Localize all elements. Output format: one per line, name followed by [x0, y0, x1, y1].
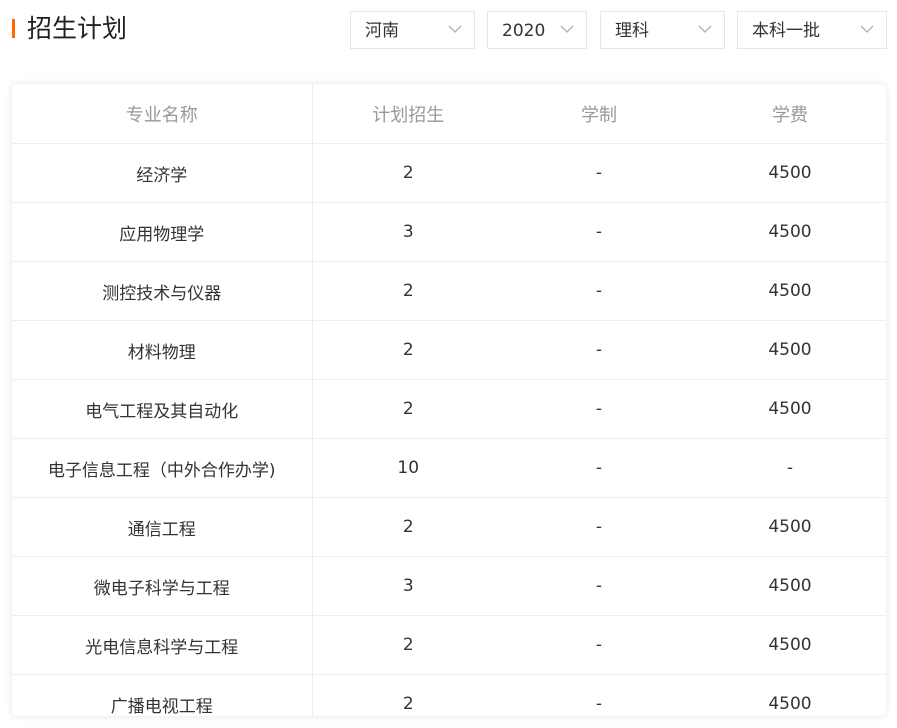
major-name-cell: 广播电视工程 [12, 674, 313, 716]
major-name-cell: 微电子科学与工程 [12, 556, 313, 616]
enrollment-plan-table: 专业名称 计划招生 学制 学费 经济学 2 - 4500 应用物理学 3 - 4… [12, 84, 886, 716]
tuition-cell: 4500 [694, 320, 886, 380]
table-row: 电子信息工程（中外合作办学) 10 - - [12, 438, 886, 498]
page-title: 招生计划 [27, 14, 128, 43]
plan-count-cell: 2 [312, 497, 504, 557]
major-name-cell: 材料物理 [12, 320, 313, 380]
province-select-value: 河南 [365, 21, 399, 41]
table-row: 电气工程及其自动化 2 - 4500 [12, 379, 886, 439]
subject-type-select-value: 理科 [615, 21, 649, 41]
duration-cell: - [504, 202, 694, 262]
table-row: 微电子科学与工程 3 - 4500 [12, 556, 886, 616]
chevron-down-icon [448, 25, 462, 33]
plan-count-cell: 3 [312, 556, 504, 616]
tuition-cell: 4500 [694, 497, 886, 557]
tuition-cell: 4500 [694, 556, 886, 616]
table-header-row: 专业名称 计划招生 学制 学费 [12, 84, 886, 144]
plan-count-cell: 2 [312, 615, 504, 675]
duration-cell: - [504, 497, 694, 557]
column-header-tuition: 学费 [694, 84, 886, 144]
chevron-down-icon [698, 25, 712, 33]
table-row: 广播电视工程 2 - 4500 [12, 674, 886, 716]
page-header: 招生计划 河南 2020 理科 本科一批 [0, 0, 897, 60]
major-name-cell: 测控技术与仪器 [12, 261, 313, 321]
duration-cell: - [504, 261, 694, 321]
tuition-cell: 4500 [694, 615, 886, 675]
major-name-cell: 光电信息科学与工程 [12, 615, 313, 675]
major-name-cell: 电子信息工程（中外合作办学) [12, 438, 313, 498]
duration-cell: - [595, 694, 603, 714]
plan-count-cell: 2 [312, 320, 504, 380]
table-row: 应用物理学 3 - 4500 [12, 202, 886, 262]
duration-cell: - [504, 556, 694, 616]
duration-cell: - [504, 615, 694, 675]
enrollment-plan-card: 专业名称 计划招生 学制 学费 经济学 2 - 4500 应用物理学 3 - 4… [12, 84, 886, 716]
major-name-cell: 电气工程及其自动化 [12, 379, 313, 439]
province-select[interactable]: 河南 [350, 11, 475, 49]
year-select[interactable]: 2020 [487, 11, 587, 49]
plan-count-cell: 2 [312, 261, 504, 321]
tuition-cell: 4500 [694, 261, 886, 321]
tuition-cell: - [694, 438, 886, 498]
subject-type-select[interactable]: 理科 [600, 11, 725, 49]
table-row: 经济学 2 - 4500 [12, 143, 886, 203]
major-name-cell: 经济学 [12, 143, 313, 203]
plan-count-cell: 3 [312, 202, 504, 262]
batch-select-value: 本科一批 [752, 21, 820, 41]
table-row: 材料物理 2 - 4500 [12, 320, 886, 380]
major-name-cell: 应用物理学 [12, 202, 313, 262]
tuition-cell: 4500 [768, 694, 812, 714]
column-header-plan-count: 计划招生 [312, 84, 504, 144]
duration-cell: - [504, 320, 694, 380]
chevron-down-icon [560, 25, 574, 33]
table-row: 光电信息科学与工程 2 - 4500 [12, 615, 886, 675]
title-accent-bar [12, 19, 15, 38]
table-row: 通信工程 2 - 4500 [12, 497, 886, 557]
major-name-cell: 通信工程 [12, 497, 313, 557]
plan-count-cell: 2 [312, 143, 504, 203]
column-header-major: 专业名称 [12, 84, 313, 144]
plan-count-cell: 2 [312, 379, 504, 439]
duration-cell: - [504, 143, 694, 203]
duration-cell: - [504, 379, 694, 439]
duration-cell: - [504, 438, 694, 498]
plan-count-cell: 2 [402, 694, 414, 714]
year-select-value: 2020 [502, 21, 546, 41]
tuition-cell: 4500 [694, 143, 886, 203]
tuition-cell: 4500 [694, 379, 886, 439]
batch-select[interactable]: 本科一批 [737, 11, 887, 49]
plan-count-cell: 10 [312, 438, 504, 498]
tuition-cell: 4500 [694, 202, 886, 262]
chevron-down-icon [860, 25, 874, 33]
table-row: 测控技术与仪器 2 - 4500 [12, 261, 886, 321]
column-header-duration: 学制 [504, 84, 694, 144]
